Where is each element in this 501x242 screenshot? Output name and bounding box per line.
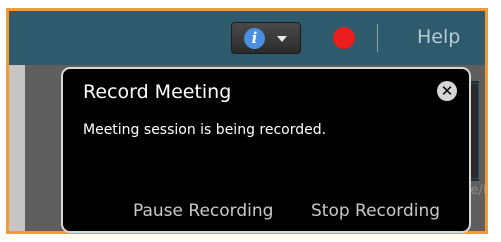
stop-recording-button[interactable]: Stop Recording: [311, 201, 440, 221]
dialog-message: Meeting session is being recorded.: [83, 122, 327, 138]
info-menu-button[interactable]: i: [231, 22, 301, 54]
dialog-title: Record Meeting: [83, 81, 232, 103]
close-icon[interactable]: ✕: [437, 81, 457, 101]
top-toolbar: i Help: [9, 11, 485, 65]
chevron-down-icon: [277, 36, 287, 42]
record-meeting-dialog: Record Meeting ✕ Meeting session is bein…: [61, 67, 471, 233]
toolbar-divider: [377, 24, 378, 52]
left-panel: [9, 65, 25, 231]
info-icon: i: [244, 28, 265, 49]
pause-recording-button[interactable]: Pause Recording: [133, 201, 273, 221]
record-dot-icon[interactable]: [333, 27, 355, 49]
help-link[interactable]: Help: [417, 26, 460, 48]
